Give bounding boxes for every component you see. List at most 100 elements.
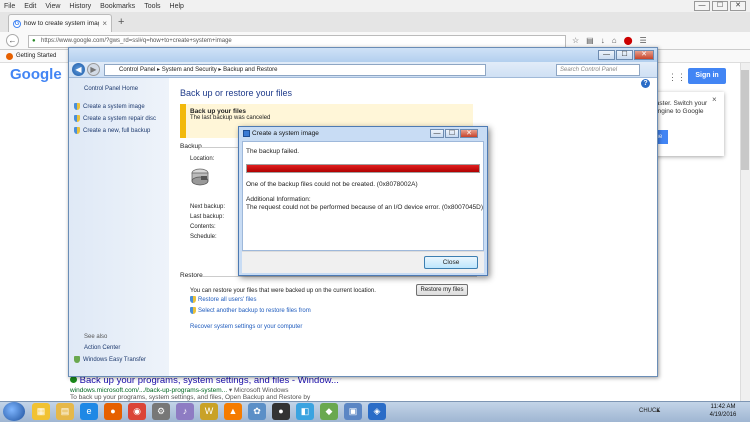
cp-window-controls: — ☐ ✕ xyxy=(598,50,654,60)
popup-text: faster. Switch your engine to Google xyxy=(654,100,708,115)
new-tab-button[interactable]: + xyxy=(118,16,124,28)
settings-icon[interactable]: ✿ xyxy=(248,403,266,420)
menu-file[interactable]: File xyxy=(4,3,15,10)
progress-fill xyxy=(247,165,479,172)
cp-breadcrumb[interactable]: Control Panel ▸ System and Security ▸ Ba… xyxy=(104,64,486,76)
url-text: https://www.google.com/?gws_rd=ssl#q=how… xyxy=(41,38,232,44)
backup-icon[interactable]: ⚙ xyxy=(152,403,170,420)
help-icon[interactable]: ? xyxy=(641,79,650,88)
menu-history[interactable]: History xyxy=(69,3,91,10)
dialog-title: Create a system image xyxy=(252,130,319,137)
forward-button[interactable]: ▶ xyxy=(87,63,100,76)
toolbar-icons: ☆ ▤ ↓ ⌂ ⬤ ☰ xyxy=(572,36,647,45)
sign-in-button[interactable]: Sign in xyxy=(688,68,726,84)
sidebar-easy-transfer[interactable]: Windows Easy Transfer xyxy=(74,356,146,363)
scrollbar-thumb[interactable] xyxy=(741,70,749,170)
recover-system-link[interactable]: Recover system settings or your computer xyxy=(190,324,302,330)
restore-my-files-button[interactable]: Restore my files xyxy=(416,284,468,296)
sidebar-create-full-backup[interactable]: Create a new, full backup xyxy=(74,127,150,134)
shield-icon xyxy=(74,127,80,134)
tray-clock[interactable]: 11:42 AM 4/19/2016 xyxy=(704,403,742,419)
backup-status-text: The backup failed. xyxy=(246,148,300,155)
explorer-icon[interactable]: ▦ xyxy=(32,403,50,420)
breadcrumb-control-panel[interactable]: Control Panel xyxy=(119,67,155,73)
folder-icon[interactable]: ▤ xyxy=(56,403,74,420)
shield-icon xyxy=(74,115,80,122)
breadcrumb-system-security[interactable]: System and Security xyxy=(162,67,217,73)
camera-icon[interactable]: ● xyxy=(272,403,290,420)
result-snippet: To back up your programs, system setting… xyxy=(70,394,311,401)
lock-icon: ● xyxy=(32,38,36,44)
restore-divider xyxy=(202,276,477,277)
firefox-tabbar xyxy=(0,12,750,32)
adblock-icon[interactable]: ⬤ xyxy=(624,36,633,45)
system-image-icon[interactable]: ◈ xyxy=(368,403,386,420)
chrome-icon[interactable]: ◉ xyxy=(128,403,146,420)
reading-list-icon[interactable]: ▤ xyxy=(586,36,594,45)
dialog-app-icon xyxy=(243,130,250,137)
menu-tools[interactable]: Tools xyxy=(144,3,160,10)
maximize-button[interactable]: ☐ xyxy=(712,1,728,11)
google-logo[interactable]: Google xyxy=(10,66,62,83)
result-url: windows.microsoft.com/.../back-up-progra… xyxy=(70,387,289,394)
media-icon[interactable]: ♪ xyxy=(176,403,194,420)
apps-grid-icon[interactable]: ⋮⋮ xyxy=(668,72,686,83)
tab-close-icon[interactable]: × xyxy=(102,19,107,28)
clock-date: 4/19/2016 xyxy=(709,412,737,418)
cp-sidebar xyxy=(69,78,169,376)
control-panel-icon[interactable]: ▣ xyxy=(344,403,362,420)
vlc-icon[interactable]: ▲ xyxy=(224,403,242,420)
sidebar-create-repair-disc[interactable]: Create a system repair disc xyxy=(74,115,156,122)
dialog-maximize-button[interactable]: ☐ xyxy=(445,129,459,138)
control-panel-titlebar[interactable] xyxy=(69,48,657,62)
breadcrumb-backup-restore[interactable]: Backup and Restore xyxy=(223,67,277,73)
select-another-backup-link[interactable]: Select another backup to restore files f… xyxy=(190,307,311,314)
page-title: Back up or restore your files xyxy=(180,88,293,98)
start-button-icon[interactable] xyxy=(3,402,25,421)
ie-icon[interactable]: e xyxy=(80,403,98,420)
sidebar-home-link[interactable]: Control Panel Home xyxy=(84,86,138,92)
menu-view[interactable]: View xyxy=(45,3,60,10)
menu-icon[interactable]: ☰ xyxy=(640,36,647,45)
result-favicon-icon xyxy=(70,376,77,383)
home-icon[interactable]: ⌂ xyxy=(612,36,617,45)
network-icon[interactable]: ◆ xyxy=(320,403,338,420)
firefox-menubar: File Edit View History Bookmarks Tools H… xyxy=(0,0,750,12)
download-icon[interactable]: ↓ xyxy=(601,36,605,45)
menu-bookmarks[interactable]: Bookmarks xyxy=(100,3,135,10)
bookmark-getting-started[interactable]: Getting Started xyxy=(16,53,56,59)
browser-tab[interactable]: G how to create system imag... × xyxy=(8,14,112,32)
google-favicon-icon: G xyxy=(13,19,21,28)
back-button[interactable]: ◀ xyxy=(72,63,85,76)
menu-help[interactable]: Help xyxy=(170,3,184,10)
bookmark-star-icon[interactable]: ☆ xyxy=(572,36,579,45)
banner-title: Back up your files xyxy=(190,108,246,115)
sidebar-action-center[interactable]: Action Center xyxy=(84,345,120,351)
firefox-icon[interactable]: ● xyxy=(104,403,122,420)
cp-search-input[interactable]: Search Control Panel xyxy=(556,64,640,76)
dialog-close-button[interactable]: Close xyxy=(424,256,478,269)
location-label: Location: xyxy=(190,156,215,162)
tray-expand-icon[interactable]: ▲ xyxy=(655,408,661,414)
close-button[interactable]: ✕ xyxy=(730,1,746,11)
sidebar-create-system-image[interactable]: Create a system image xyxy=(74,103,145,110)
menu-edit[interactable]: Edit xyxy=(24,3,36,10)
backup-heading: Backup xyxy=(180,143,202,150)
clock-time: 11:42 AM xyxy=(710,404,736,410)
dialog-minimize-button[interactable]: — xyxy=(430,129,444,138)
search-result: Back up your programs, system settings, … xyxy=(70,375,470,401)
back-arrow-icon[interactable]: ← xyxy=(6,34,19,47)
see-also-heading: See also xyxy=(84,334,108,340)
cp-minimize-button[interactable]: — xyxy=(598,50,615,60)
additional-info-detail: The request could not be performed becau… xyxy=(246,204,484,211)
schedule-label: Schedule: xyxy=(190,234,217,240)
word-icon[interactable]: W xyxy=(200,403,218,420)
cp-maximize-button[interactable]: ☐ xyxy=(616,50,633,60)
cp-close-button[interactable]: ✕ xyxy=(634,50,654,60)
popup-close-icon[interactable]: × xyxy=(712,95,717,104)
restore-all-users-link[interactable]: Restore all users' files xyxy=(190,296,257,303)
video-icon[interactable]: ◧ xyxy=(296,403,314,420)
dialog-close-x-button[interactable]: ✕ xyxy=(460,129,478,138)
minimize-button[interactable]: — xyxy=(694,1,710,11)
shield-icon xyxy=(190,296,196,303)
